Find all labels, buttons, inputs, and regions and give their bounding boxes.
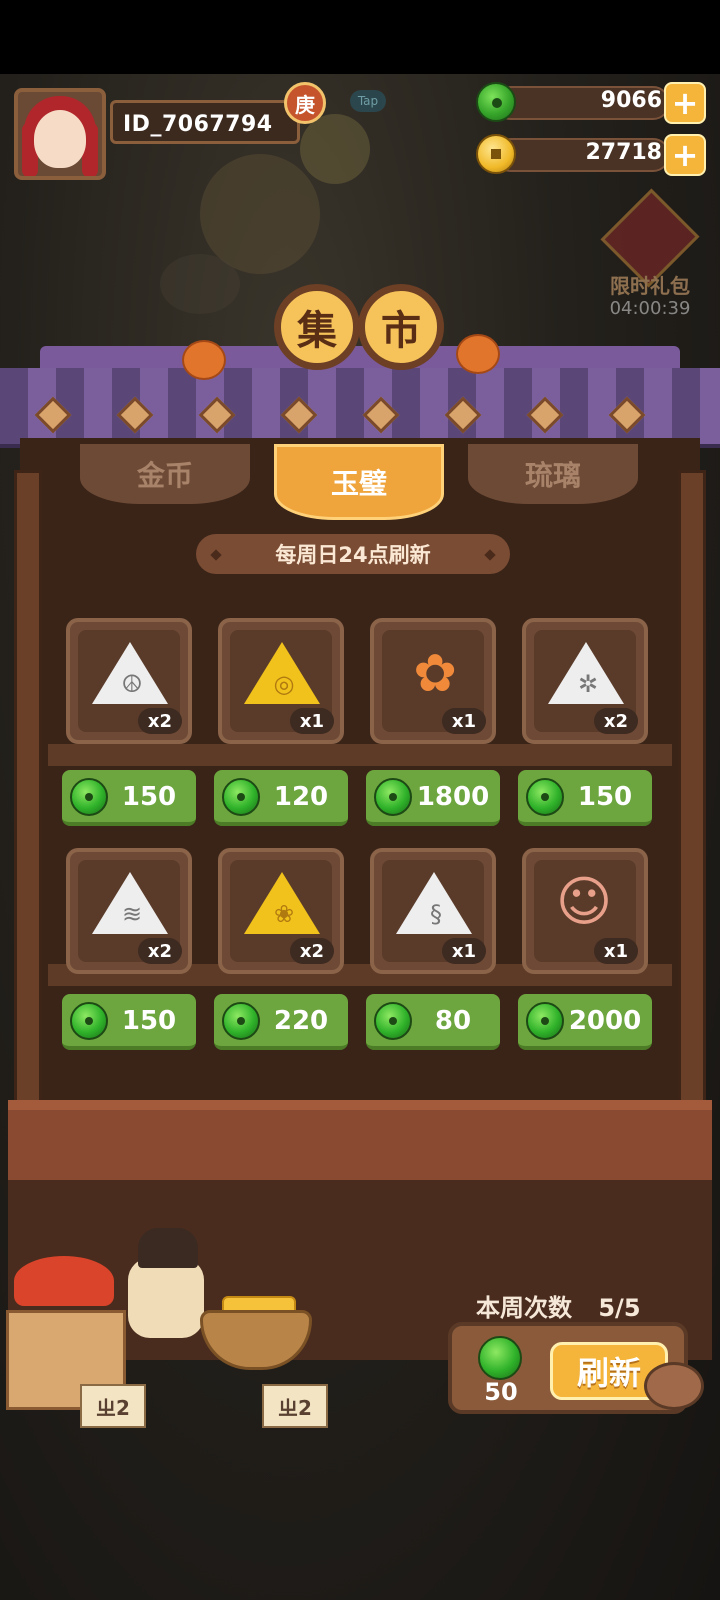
- left-pillar: [14, 470, 42, 1130]
- shelf-beam: [48, 744, 672, 766]
- price-value: 80: [434, 1006, 472, 1036]
- jade-icon: [478, 1336, 522, 1380]
- item-glyph: ☮: [121, 670, 143, 698]
- price-value: 1800: [416, 782, 490, 812]
- stall-sign: ㄓ2: [80, 1384, 146, 1428]
- right-pillar: [678, 470, 706, 1130]
- tap-hint[interactable]: Tap: [350, 90, 386, 112]
- jade-icon: [374, 778, 412, 816]
- shop-item[interactable]: ☮ x2: [66, 618, 192, 744]
- girl-portrait-icon: ☺: [555, 870, 613, 933]
- coin-amount: 27718: [585, 140, 662, 165]
- buy-price-button[interactable]: 150: [62, 994, 196, 1050]
- persimmon-icon: [182, 340, 226, 380]
- price-value: 120: [273, 782, 329, 812]
- shop-item[interactable]: ◎ x1: [218, 618, 344, 744]
- tab-jade[interactable]: 玉璧: [274, 444, 444, 520]
- currency-tabs: 金币 玉璧 琉璃: [80, 444, 640, 520]
- buy-price-button[interactable]: 150: [518, 770, 652, 826]
- buy-price-button[interactable]: 150: [62, 770, 196, 826]
- jade-icon: [222, 1002, 260, 1040]
- market-title: 集 市: [274, 284, 444, 370]
- limited-gift-timer: 04:00:39: [609, 298, 691, 319]
- jade-currency: 9066 +: [476, 82, 706, 124]
- buy-price-button[interactable]: 220: [214, 994, 348, 1050]
- price-value: 150: [577, 782, 633, 812]
- buy-price-button[interactable]: 80: [366, 994, 500, 1050]
- shop-counter: [8, 1100, 712, 1180]
- shop-item[interactable]: ≋ x2: [66, 848, 192, 974]
- shop-item[interactable]: ✿ x1: [370, 618, 496, 744]
- limited-gift-button[interactable]: 限时礼包 04:00:39: [598, 188, 702, 326]
- price-value: 220: [273, 1006, 329, 1036]
- title-char-1: 集: [274, 284, 360, 370]
- item-quantity: x1: [594, 938, 638, 964]
- jade-icon: [70, 1002, 108, 1040]
- player-profile[interactable]: ID_7067794 庚: [14, 82, 326, 182]
- jade-amount: 9066: [600, 88, 662, 113]
- buy-price-button[interactable]: 1800: [366, 770, 500, 826]
- refresh-schedule-text: 每周日24点刷新: [275, 543, 431, 567]
- jade-icon: [476, 82, 516, 122]
- buy-price-button[interactable]: 2000: [518, 994, 652, 1050]
- item-quantity: x1: [290, 708, 334, 734]
- item-quantity: x1: [442, 708, 486, 734]
- item-glyph: ≋: [121, 900, 143, 928]
- item-glyph: ◎: [273, 670, 295, 698]
- item-quantity: x2: [138, 708, 182, 734]
- tab-glaze[interactable]: 琉璃: [468, 444, 638, 504]
- refresh-schedule-note: 每周日24点刷新: [196, 534, 510, 574]
- price-value: 150: [121, 1006, 177, 1036]
- status-bar: [0, 0, 720, 74]
- price-value: 2000: [568, 1006, 642, 1036]
- limited-gift-label: 限时礼包: [610, 274, 690, 298]
- item-quantity: x2: [290, 938, 334, 964]
- item-quantity: x2: [138, 938, 182, 964]
- tomato-basket-icon: [14, 1256, 114, 1306]
- price-value: 150: [121, 782, 177, 812]
- jade-icon: [526, 1002, 564, 1040]
- refresh-cost: 50: [484, 1378, 518, 1406]
- coin-icon: [476, 134, 516, 174]
- item-glyph: ❀: [273, 900, 295, 928]
- rank-badge: 庚: [284, 82, 326, 124]
- persimmon-icon: [456, 334, 500, 374]
- shop-item[interactable]: ☺ x1: [522, 848, 648, 974]
- jade-icon: [222, 778, 260, 816]
- shop-item[interactable]: ✲ x2: [522, 618, 648, 744]
- item-quantity: x1: [442, 938, 486, 964]
- jade-icon: [526, 778, 564, 816]
- item-glyph: ✲: [577, 670, 599, 698]
- add-jade-button[interactable]: +: [664, 82, 706, 124]
- flower-wreath-icon: ✿: [413, 644, 457, 704]
- shop-item[interactable]: § x1: [370, 848, 496, 974]
- weekly-label: 本周次数: [476, 1294, 572, 1322]
- player-id-bar: ID_7067794: [110, 100, 300, 144]
- player-avatar[interactable]: [14, 88, 106, 180]
- item-glyph: §: [430, 900, 442, 928]
- jade-icon: [374, 1002, 412, 1040]
- mascot-icon[interactable]: [644, 1362, 704, 1410]
- tab-coins[interactable]: 金币: [80, 444, 250, 504]
- add-coins-button[interactable]: +: [664, 134, 706, 176]
- item-quantity: x2: [594, 708, 638, 734]
- weekly-refresh-count: 本周次数 5/5: [476, 1288, 641, 1323]
- title-char-2: 市: [358, 284, 444, 370]
- buy-price-button[interactable]: 120: [214, 770, 348, 826]
- jade-icon: [70, 778, 108, 816]
- coin-currency: 27718 +: [476, 134, 706, 176]
- stall-sign: ㄓ2: [262, 1384, 328, 1428]
- weekly-count: 5/5: [598, 1294, 641, 1322]
- player-id: ID_7067794: [123, 112, 273, 137]
- shop-item[interactable]: ❀ x2: [218, 848, 344, 974]
